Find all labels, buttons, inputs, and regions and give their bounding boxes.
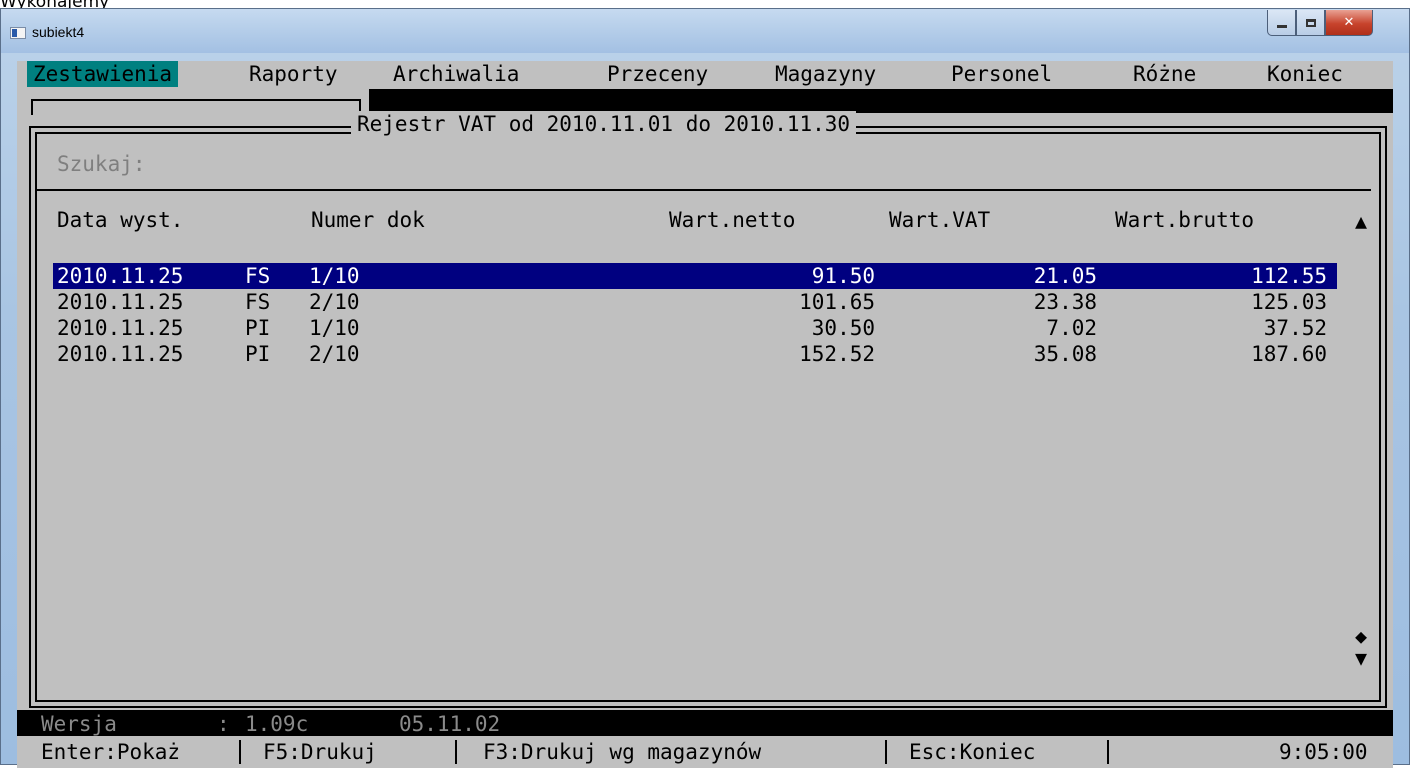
cell-vat: 21.05 — [1033, 264, 1097, 288]
cell-type: PI — [245, 316, 271, 340]
cell-type: FS — [245, 290, 271, 314]
cell-vat: 7.02 — [1046, 316, 1097, 340]
window-title: subiekt4 — [32, 24, 85, 40]
version-bar: Wersja : 1.09c 05.11.02 — [17, 710, 1393, 736]
version-sep: : — [217, 712, 230, 736]
fkey-divider — [885, 740, 887, 764]
cell-date: 2010.11.25 — [57, 316, 184, 340]
search-divider — [37, 189, 1371, 191]
scroll-thumb-icon[interactable]: ◆ — [1355, 624, 1367, 648]
menu-zestawienia[interactable]: Zestawienia — [27, 61, 179, 87]
col-header-brutto: Wart.brutto — [1115, 208, 1255, 232]
version-date: 05.11.02 — [399, 712, 501, 736]
close-button[interactable]: ✕ — [1325, 10, 1373, 36]
cell-number: 1/10 — [309, 316, 360, 340]
cell-netto: 91.50 — [811, 264, 875, 288]
menu-bar: Zestawienia Raporty Archiwalia Przeceny … — [17, 61, 1393, 87]
cell-date: 2010.11.25 — [57, 342, 184, 366]
col-header-number: Numer dok — [311, 208, 425, 232]
cell-number: 2/10 — [309, 342, 360, 366]
cell-number: 2/10 — [309, 290, 360, 314]
cell-date: 2010.11.25 — [57, 264, 184, 288]
table-row[interactable]: 2010.11.25 FS 2/10 101.65 23.38 125.03 — [53, 289, 1337, 315]
cell-brutto: 187.60 — [1251, 342, 1327, 366]
app-icon[interactable] — [10, 27, 26, 39]
fkey-f3[interactable]: F3:Drukuj wg magazynów — [483, 738, 761, 766]
cell-netto: 152.52 — [799, 342, 875, 366]
version-label: Wersja — [41, 712, 117, 736]
fkey-esc[interactable]: Esc:Koniec — [909, 738, 1035, 766]
table-row[interactable]: 2010.11.25 FS 1/10 91.50 21.05 112.55 — [53, 263, 1337, 289]
small-box — [31, 99, 361, 115]
cell-netto: 101.65 — [799, 290, 875, 314]
cell-type: PI — [245, 342, 271, 366]
function-key-bar: Enter:Pokaż F5:Drukuj F3:Drukuj wg magaz… — [17, 738, 1393, 766]
cell-vat: 35.08 — [1033, 342, 1097, 366]
app-window: subiekt4 ✕ Zestawienia Raporty Archiwali… — [0, 8, 1410, 768]
maximize-icon — [1305, 18, 1316, 27]
menu-koniec[interactable]: Koniec — [1261, 61, 1349, 87]
cell-netto: 30.50 — [811, 316, 875, 340]
fkey-f5[interactable]: F5:Drukuj — [263, 738, 377, 766]
clock: 9:05:00 — [1279, 740, 1368, 764]
menu-magazyny[interactable]: Magazyny — [769, 61, 882, 87]
minimize-icon — [1276, 25, 1287, 28]
search-label[interactable]: Szukaj: — [57, 151, 146, 177]
cell-number: 1/10 — [309, 264, 360, 288]
menu-raporty[interactable]: Raporty — [243, 61, 344, 87]
menu-personel[interactable]: Personel — [945, 61, 1058, 87]
fkey-divider — [1107, 740, 1109, 764]
table-row[interactable]: 2010.11.25 PI 2/10 152.52 35.08 187.60 — [53, 341, 1337, 367]
cell-brutto: 37.52 — [1263, 316, 1327, 340]
close-icon: ✕ — [1343, 15, 1355, 30]
menu-rozne[interactable]: Różne — [1127, 61, 1202, 87]
cell-brutto: 112.55 — [1251, 264, 1327, 288]
register-title: Rejestr VAT od 2010.11.01 do 2010.11.30 — [351, 111, 857, 137]
cell-type: FS — [245, 264, 271, 288]
title-bar[interactable]: subiekt4 ✕ — [1, 9, 1409, 53]
table-row[interactable]: 2010.11.25 PI 1/10 30.50 7.02 37.52 — [53, 315, 1337, 341]
cell-brutto: 125.03 — [1251, 290, 1327, 314]
console-area: Zestawienia Raporty Archiwalia Przeceny … — [17, 61, 1393, 768]
cell-vat: 23.38 — [1033, 290, 1097, 314]
message-bar — [369, 89, 1393, 113]
fkey-enter[interactable]: Enter:Pokaż — [41, 738, 180, 766]
col-header-netto: Wart.netto — [669, 208, 796, 232]
minimize-button[interactable] — [1267, 10, 1296, 36]
cell-date: 2010.11.25 — [57, 290, 184, 314]
maximize-button[interactable] — [1296, 10, 1325, 36]
col-header-date: Data wyst. — [57, 208, 184, 232]
menu-archiwalia[interactable]: Archiwalia — [387, 61, 525, 87]
col-header-vat: Wart.VAT — [889, 208, 991, 232]
fkey-divider — [455, 740, 457, 764]
scroll-down-icon[interactable]: ▼ — [1355, 646, 1367, 670]
scroll-up-icon[interactable]: ▲ — [1355, 209, 1367, 233]
menu-przeceny[interactable]: Przeceny — [601, 61, 714, 87]
fkey-divider — [239, 740, 241, 764]
version-number: 1.09c — [245, 712, 309, 736]
